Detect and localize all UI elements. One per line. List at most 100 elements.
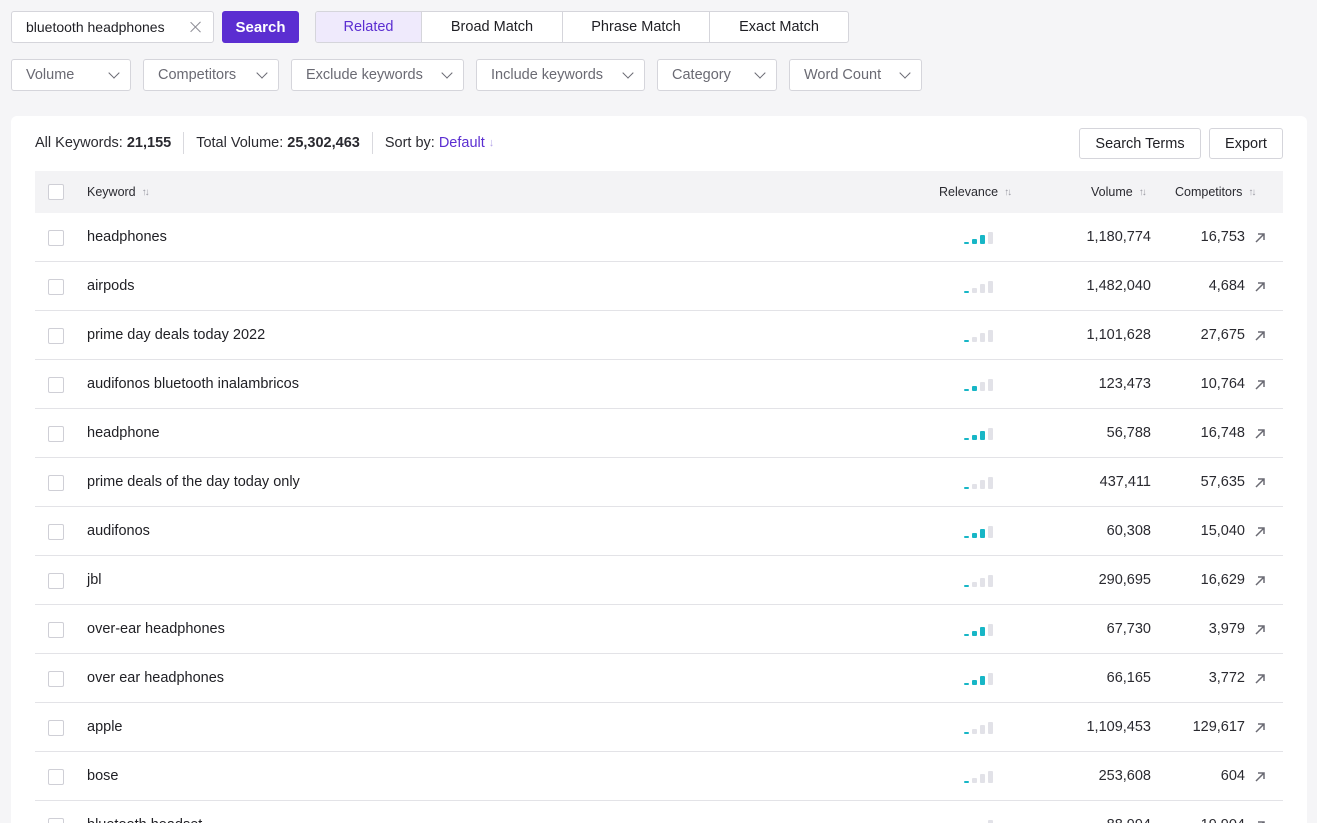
match-type-tabs: Related Broad Match Phrase Match Exact M… xyxy=(315,11,849,43)
filter-exclude-keywords[interactable]: Exclude keywords xyxy=(291,59,464,91)
row-checkbox[interactable] xyxy=(48,279,64,295)
row-checkbox[interactable] xyxy=(48,769,64,785)
tab-related[interactable]: Related xyxy=(316,12,422,42)
export-button[interactable]: Export xyxy=(1209,128,1283,159)
table-row[interactable]: audifonos 60,308 15,040 xyxy=(35,507,1283,556)
table-row[interactable]: over ear headphones 66,165 3,772 xyxy=(35,654,1283,703)
table-row[interactable]: bose 253,608 604 xyxy=(35,752,1283,801)
relevance-bar xyxy=(980,480,985,489)
external-link-icon[interactable] xyxy=(1253,819,1267,823)
row-checkbox[interactable] xyxy=(48,377,64,393)
relevance-bar xyxy=(964,683,969,685)
external-link-icon[interactable] xyxy=(1253,427,1267,441)
column-relevance[interactable]: Relevance ↑↓ xyxy=(939,185,1012,199)
relevance-indicator xyxy=(964,771,996,783)
filter-include-keywords[interactable]: Include keywords xyxy=(476,59,645,91)
competitors-cell: 19,904 xyxy=(1201,801,1245,823)
external-link-icon[interactable] xyxy=(1253,231,1267,245)
column-label: Relevance xyxy=(939,185,999,199)
tab-phrase-match[interactable]: Phrase Match xyxy=(563,12,710,42)
relevance-bar xyxy=(972,435,977,440)
column-keyword[interactable]: Keyword ↑↓ xyxy=(87,185,150,199)
tab-exact-match[interactable]: Exact Match xyxy=(710,12,848,42)
chevron-down-icon xyxy=(441,67,453,79)
filter-word-count[interactable]: Word Count xyxy=(789,59,922,91)
column-volume[interactable]: Volume ↑↓ xyxy=(1091,185,1147,199)
external-link-icon[interactable] xyxy=(1253,280,1267,294)
search-terms-button[interactable]: Search Terms xyxy=(1079,128,1201,159)
row-checkbox[interactable] xyxy=(48,573,64,589)
external-link-icon[interactable] xyxy=(1253,525,1267,539)
external-link-icon[interactable] xyxy=(1253,476,1267,490)
relevance-bar xyxy=(964,340,969,342)
relevance-bar xyxy=(988,379,993,391)
table-row[interactable]: over-ear headphones 67,730 3,979 xyxy=(35,605,1283,654)
sort-icon: ↑↓ xyxy=(1138,186,1147,198)
filter-category[interactable]: Category xyxy=(657,59,777,91)
competitors-cell: 10,764 xyxy=(1200,376,1245,392)
external-link-icon[interactable] xyxy=(1253,574,1267,588)
table-row[interactable]: headphones 1,180,774 16,753 xyxy=(35,213,1283,262)
column-competitors[interactable]: Competitors ↑↓ xyxy=(1175,185,1256,199)
row-checkbox[interactable] xyxy=(48,524,64,540)
select-all-checkbox[interactable] xyxy=(48,184,64,200)
table-row[interactable]: prime day deals today 2022 1,101,628 27,… xyxy=(35,311,1283,360)
filter-competitors[interactable]: Competitors xyxy=(143,59,279,91)
clear-icon[interactable] xyxy=(189,20,203,34)
relevance-indicator xyxy=(964,477,996,489)
column-label: Keyword xyxy=(87,185,136,199)
table-row[interactable]: audifonos bluetooth inalambricos 123,473… xyxy=(35,360,1283,409)
relevance-bar xyxy=(980,725,985,734)
relevance-bar xyxy=(972,582,977,587)
volume-cell: 290,695 xyxy=(1098,572,1151,588)
relevance-bar xyxy=(988,232,993,244)
external-link-icon[interactable] xyxy=(1253,770,1267,784)
row-checkbox[interactable] xyxy=(48,720,64,736)
external-link-icon[interactable] xyxy=(1253,378,1267,392)
search-input[interactable] xyxy=(26,19,166,35)
divider xyxy=(183,132,185,154)
results-panel: All Keywords: 21,155 Total Volume: 25,30… xyxy=(11,116,1307,823)
row-checkbox[interactable] xyxy=(48,475,64,491)
external-link-icon[interactable] xyxy=(1253,672,1267,686)
row-checkbox[interactable] xyxy=(48,671,64,687)
row-checkbox[interactable] xyxy=(48,230,64,246)
relevance-bar xyxy=(988,575,993,587)
relevance-bar xyxy=(980,235,985,244)
relevance-bar xyxy=(988,477,993,489)
chevron-down-icon xyxy=(754,67,766,79)
column-label: Competitors xyxy=(1175,185,1243,199)
tab-broad-match[interactable]: Broad Match xyxy=(422,12,563,42)
search-button[interactable]: Search xyxy=(222,11,299,43)
table-row[interactable]: airpods 1,482,040 4,684 xyxy=(35,262,1283,311)
column-label: Volume xyxy=(1091,185,1133,199)
row-checkbox[interactable] xyxy=(48,818,64,823)
relevance-indicator xyxy=(964,232,996,244)
table-row[interactable]: jbl 290,695 16,629 xyxy=(35,556,1283,605)
relevance-indicator xyxy=(964,379,996,391)
row-checkbox[interactable] xyxy=(48,426,64,442)
competitors-cell: 15,040 xyxy=(1200,523,1245,539)
table-row[interactable]: prime deals of the day today only 437,41… xyxy=(35,458,1283,507)
external-link-icon[interactable] xyxy=(1253,721,1267,735)
table-row[interactable]: headphone 56,788 16,748 xyxy=(35,409,1283,458)
competitors-cell: 27,675 xyxy=(1200,327,1245,343)
relevance-bar xyxy=(964,487,969,489)
keyword-cell: over-ear headphones xyxy=(87,621,225,637)
external-link-icon[interactable] xyxy=(1253,329,1267,343)
relevance-bar xyxy=(980,676,985,685)
relevance-bar xyxy=(972,729,977,734)
filter-volume[interactable]: Volume xyxy=(11,59,131,91)
table-row[interactable]: apple 1,109,453 129,617 xyxy=(35,703,1283,752)
sort-dropdown[interactable]: Default xyxy=(439,135,485,151)
sort-label: Sort by: xyxy=(384,135,435,151)
keyword-cell: prime deals of the day today only xyxy=(87,474,300,490)
row-checkbox[interactable] xyxy=(48,328,64,344)
relevance-bar xyxy=(972,533,977,538)
filter-label: Category xyxy=(672,67,731,83)
competitors-cell: 3,979 xyxy=(1208,621,1245,637)
table-row[interactable]: bluetooth headset 88,994 19,904 xyxy=(35,801,1283,823)
external-link-icon[interactable] xyxy=(1253,623,1267,637)
relevance-bar xyxy=(980,431,985,440)
row-checkbox[interactable] xyxy=(48,622,64,638)
